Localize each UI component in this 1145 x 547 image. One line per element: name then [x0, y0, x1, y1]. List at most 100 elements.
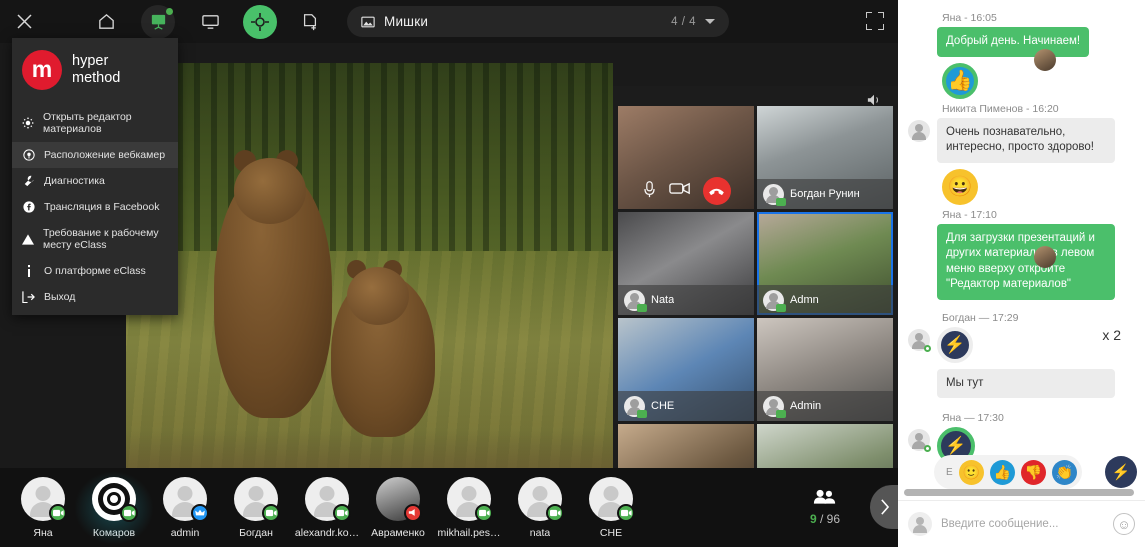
- video-tile-name: CHE: [651, 400, 675, 412]
- menu-item-facebook-stream[interactable]: Трансляция в Facebook: [12, 194, 178, 220]
- participant-avramenko[interactable]: Авраменко: [367, 476, 429, 539]
- menu-item-webcam-layout[interactable]: Расположение вебкамер: [12, 142, 178, 168]
- total-count: 96: [826, 512, 840, 526]
- avatar: [518, 476, 564, 522]
- chat-message-row: ⚡ x 2: [908, 326, 1135, 363]
- participant-name: mikhail.pes…: [437, 526, 501, 539]
- thumbs-down-emoji-icon[interactable]: 👎: [1020, 459, 1046, 485]
- participant-count-text: 9 / 96: [809, 512, 840, 526]
- emoji-reaction-bar[interactable]: Е 🙂 👍 👎 👏: [934, 455, 1082, 489]
- chat-message-text: Очень познавательно, интересно, просто з…: [937, 117, 1115, 163]
- video-tile[interactable]: Nata: [618, 212, 754, 315]
- facebook-icon: [22, 201, 35, 213]
- participant-counter[interactable]: 9 / 96: [810, 489, 840, 526]
- participant-name: CHE: [599, 526, 623, 539]
- video-tile-bar: Admn: [757, 285, 893, 315]
- mic-badge-icon: [404, 503, 422, 522]
- avatar: [305, 476, 351, 522]
- camera-badge-icon: [617, 503, 635, 522]
- video-tile-name: Nata: [651, 294, 675, 306]
- mic-icon[interactable]: [642, 180, 657, 203]
- participant-yana[interactable]: Яна: [12, 476, 74, 539]
- brand-mark: m: [31, 55, 53, 82]
- image-icon: [361, 15, 375, 29]
- participant-mikhail[interactable]: mikhail.pes…: [437, 476, 501, 539]
- avatar: [624, 289, 647, 312]
- menu-item-label: Трансляция в Facebook: [44, 201, 160, 213]
- chat-panel: Яна - 16:05 Добрый день. Начинаем! 👍 Ник…: [898, 0, 1145, 547]
- participant-bogdan[interactable]: Богдан: [225, 476, 287, 539]
- close-icon[interactable]: [7, 5, 41, 39]
- logout-icon: [22, 291, 35, 303]
- lightning-emoji-icon[interactable]: ⚡: [1105, 456, 1137, 488]
- participant-komarov[interactable]: Комаров: [74, 470, 154, 545]
- avatar: [624, 395, 647, 418]
- video-tile[interactable]: Богдан Рунин: [757, 106, 893, 209]
- self-controls: [618, 173, 754, 209]
- hangup-icon[interactable]: [702, 177, 731, 205]
- chat-message-text: Добрый день. Начинаем!: [937, 27, 1090, 57]
- hypermethod-logo-icon: m: [22, 50, 62, 90]
- emoji-picker-icon[interactable]: ☺: [1113, 513, 1135, 535]
- participant-name: Авраменко: [371, 526, 425, 539]
- participant-name: Комаров: [92, 526, 136, 539]
- online-dot: [924, 445, 931, 453]
- camera-status-badge: [776, 409, 786, 418]
- crown-badge-icon: [191, 503, 209, 522]
- avatar: [92, 476, 138, 522]
- info-icon: [22, 265, 35, 277]
- status-dot: [166, 7, 173, 15]
- participant-admin[interactable]: admin: [154, 476, 216, 539]
- menu-item-about[interactable]: О платформе eClass: [12, 258, 178, 284]
- slide-title: Мишки: [384, 14, 429, 29]
- video-tile-bar: Admin: [757, 391, 893, 421]
- camera-icon[interactable]: [668, 181, 691, 201]
- camera-badge-icon: [49, 503, 67, 522]
- fullscreen-icon[interactable]: [866, 12, 884, 30]
- menu-item-label: Выход: [44, 291, 76, 303]
- thumbs-up-reaction-icon[interactable]: 👍: [942, 62, 978, 99]
- home-icon[interactable]: [89, 5, 123, 39]
- menu-item-label: О платформе eClass: [44, 265, 146, 277]
- menu-item-diagnostics[interactable]: Диагностика: [12, 168, 178, 194]
- video-tile[interactable]: CHE: [618, 318, 754, 421]
- participant-alexandr[interactable]: alexandr.ko…: [295, 476, 359, 539]
- video-tile-bar: Nata: [618, 285, 754, 315]
- chat-message-meta: Яна - 16:05: [942, 12, 997, 24]
- menu-item-logout[interactable]: Выход: [12, 284, 178, 310]
- chat-message-input[interactable]: [941, 518, 1104, 530]
- slide-title-bar[interactable]: Мишки 4 / 4: [347, 6, 729, 37]
- camera-status-badge: [637, 409, 647, 418]
- slide-image[interactable]: [126, 63, 613, 511]
- screen-share-icon[interactable]: [193, 5, 227, 39]
- menu-item-label: Диагностика: [44, 175, 105, 187]
- chevron-down-icon[interactable]: [705, 19, 715, 24]
- menu-item-requirements[interactable]: Требование к рабочему месту eClass: [12, 220, 178, 258]
- camera-status-badge: [776, 197, 786, 206]
- participant-nata[interactable]: nata: [509, 476, 571, 539]
- online-dot: [924, 344, 931, 352]
- new-document-icon[interactable]: [293, 5, 327, 39]
- lightning-reaction-icon[interactable]: ⚡: [937, 326, 973, 363]
- slide-image-forest: [126, 63, 613, 270]
- video-grid-panel: Богдан Рунин Nata Admn CHE Admin: [613, 86, 898, 511]
- next-arrow-icon[interactable]: [870, 485, 898, 529]
- smile-reaction-icon[interactable]: 😀: [942, 168, 978, 205]
- slide-pager[interactable]: 4 / 4: [671, 16, 715, 28]
- emoji-bar-scrollbar[interactable]: [904, 489, 1134, 496]
- reaction-multiplier: x 2: [1102, 326, 1121, 343]
- whiteboard-icon[interactable]: [141, 4, 175, 39]
- smile-emoji-icon[interactable]: 🙂: [958, 459, 984, 485]
- chat-message-text: Для загрузки презентаций и других матери…: [937, 223, 1115, 300]
- chat-message-list[interactable]: Яна - 16:05 Добрый день. Начинаем! 👍 Ник…: [898, 0, 1145, 470]
- target-icon[interactable]: [243, 4, 277, 39]
- menu-item-open-editor[interactable]: Открыть редактор материалов: [12, 104, 178, 142]
- camera-status-badge: [776, 303, 786, 312]
- video-tile[interactable]: Admin: [757, 318, 893, 421]
- camera-badge-icon: [333, 503, 351, 522]
- participant-che[interactable]: CHE: [580, 476, 642, 539]
- thumbs-up-emoji-icon[interactable]: 👍: [989, 459, 1015, 485]
- video-tile-selected[interactable]: Admn: [757, 212, 893, 315]
- video-tile-self[interactable]: [618, 106, 754, 209]
- clap-emoji-icon[interactable]: 👏: [1051, 459, 1077, 485]
